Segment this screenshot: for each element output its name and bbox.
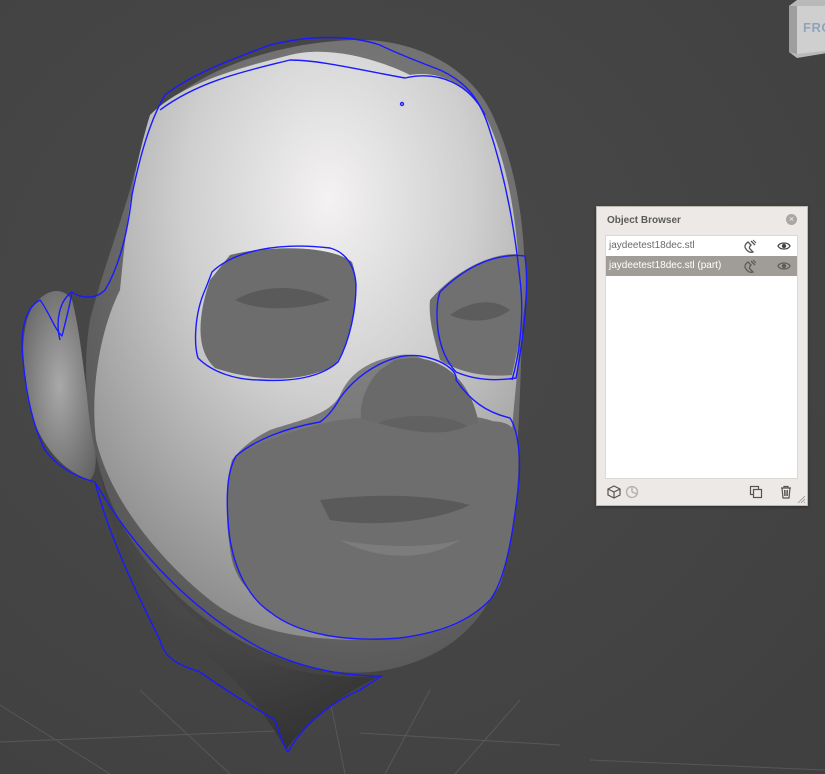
- floor-grid: [0, 689, 825, 774]
- magnet-icon[interactable]: [743, 259, 757, 273]
- object-list: jaydeetest18dec.stl jaydeetest18dec.stl …: [605, 235, 798, 479]
- object-browser-title: Object Browser: [607, 215, 681, 226]
- duplicate-icon[interactable]: [749, 485, 763, 499]
- object-name: jaydeetest18dec.stl (part): [609, 260, 722, 271]
- trash-icon[interactable]: [779, 485, 793, 499]
- magnet-icon[interactable]: [743, 239, 757, 253]
- object-browser-header[interactable]: Object Browser ×: [597, 207, 807, 233]
- eye-icon[interactable]: [777, 259, 791, 273]
- pie-icon[interactable]: [625, 485, 639, 499]
- object-browser-panel: Object Browser × jaydeetest18dec.stl jay…: [596, 206, 808, 506]
- close-icon[interactable]: ×: [786, 214, 797, 225]
- cube-icon[interactable]: [607, 485, 621, 499]
- object-browser-footer: [597, 479, 807, 505]
- eye-icon[interactable]: [777, 239, 791, 253]
- list-item[interactable]: jaydeetest18dec.stl: [606, 236, 797, 256]
- view-cube[interactable]: FRO: [783, 0, 825, 58]
- object-name: jaydeetest18dec.stl: [609, 240, 695, 251]
- lower-face-region: [227, 418, 519, 640]
- resize-grip-icon[interactable]: [797, 495, 806, 504]
- ear-mesh: [23, 290, 96, 480]
- eye-region-left: [200, 248, 356, 379]
- view-cube-front-label[interactable]: FRO: [803, 20, 825, 35]
- 3d-viewport[interactable]: FRO Object Browser × jaydeetest18dec.stl: [0, 0, 825, 774]
- list-item-selected[interactable]: jaydeetest18dec.stl (part): [606, 256, 797, 276]
